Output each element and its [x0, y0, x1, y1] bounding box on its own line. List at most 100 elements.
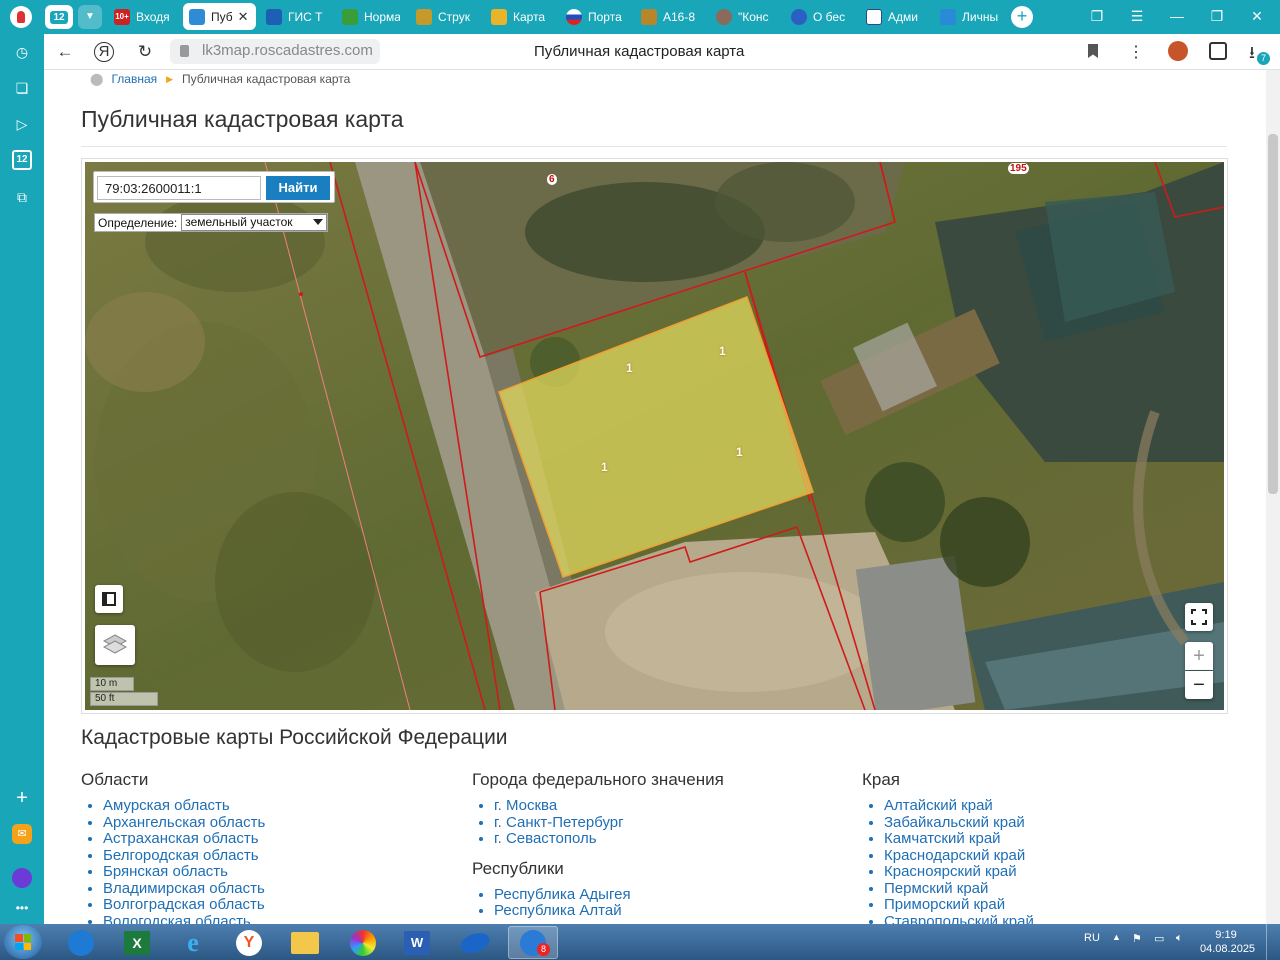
profile-badge[interactable]: 12: [45, 5, 73, 29]
tab-norma[interactable]: Норма: [342, 3, 400, 30]
fullscreen-button[interactable]: [1185, 603, 1213, 631]
close-tab-icon[interactable]: ✕: [238, 9, 249, 25]
region-link[interactable]: Камчатский край: [884, 830, 1034, 848]
bookmarks-panel-icon[interactable]: ❐: [1087, 8, 1107, 25]
collections-button-icon[interactable]: [1209, 42, 1227, 60]
bookmark-icon[interactable]: [1088, 44, 1098, 58]
tab-o-bes[interactable]: О бес: [791, 3, 849, 30]
cadastral-search-panel: Найти: [93, 171, 335, 203]
menu-icon[interactable]: ☰: [1127, 8, 1147, 25]
calendar-icon[interactable]: 12: [12, 150, 32, 170]
mail-badge-icon: 10+: [114, 8, 130, 25]
cadastral-number-input[interactable]: [97, 176, 261, 200]
collections-icon[interactable]: ❏: [12, 78, 32, 98]
region-link[interactable]: Пермский край: [884, 880, 1034, 898]
find-button[interactable]: Найти: [266, 176, 330, 200]
zoom-in-button[interactable]: +: [1185, 642, 1213, 670]
more-icon[interactable]: •••: [12, 898, 32, 918]
region-link[interactable]: Республика Алтай: [494, 902, 724, 920]
mail-app-icon[interactable]: ✉: [12, 824, 32, 844]
tab-label: "Конс: [738, 9, 769, 24]
history-icon[interactable]: ◷: [12, 42, 32, 62]
windows-taskbar: X e Y W 8 RU ▲ ⚑ ▭ 🔈︎ 9:19 04.08.2025: [0, 924, 1280, 960]
network-icon[interactable]: ▭: [1154, 932, 1164, 945]
taskbar-app-ie[interactable]: e: [168, 926, 218, 959]
region-link[interactable]: Волгоградская область: [103, 896, 265, 914]
taskbar-app-swift[interactable]: [450, 926, 500, 959]
tab-lichny[interactable]: Личны: [940, 3, 998, 30]
taskbar-app-explorer[interactable]: [280, 926, 330, 959]
downloads-icon[interactable]: ⭳: [1249, 40, 1255, 69]
tab-mail[interactable]: 10+ Входя: [114, 3, 176, 30]
region-link[interactable]: г. Санкт-Петербург: [494, 814, 724, 832]
tab-portal[interactable]: Порта: [566, 3, 624, 30]
scrollbar-thumb[interactable]: [1268, 134, 1278, 494]
page-content: ⬤ Главная ▶ Публичная кадастровая карта …: [44, 70, 1266, 924]
tab-list-dropdown[interactable]: ▼: [78, 5, 102, 29]
cadastral-map[interactable]: 1 1 1 1 6 195 Найти Определение: земельн…: [85, 162, 1224, 710]
browser-menu-icon[interactable]: [10, 6, 32, 28]
region-link[interactable]: Амурская область: [103, 797, 265, 815]
region-link[interactable]: Брянская область: [103, 863, 265, 881]
breadcrumb-home-link[interactable]: Главная: [111, 72, 157, 86]
video-icon[interactable]: ▷: [12, 114, 32, 134]
language-indicator[interactable]: RU: [1084, 932, 1100, 944]
tab-konsultant[interactable]: "Конс: [716, 3, 774, 30]
new-tab-button[interactable]: +: [1011, 6, 1033, 28]
region-link[interactable]: Белгородская область: [103, 847, 265, 865]
taskbar-app-word[interactable]: W: [392, 926, 442, 959]
region-link[interactable]: Астраханская область: [103, 830, 265, 848]
region-link[interactable]: Краснодарский край: [884, 847, 1034, 865]
back-icon[interactable]: ←: [54, 42, 76, 62]
add-panel-icon[interactable]: +: [12, 788, 32, 808]
region-link[interactable]: Забайкальский край: [884, 814, 1034, 832]
legend-button[interactable]: [95, 585, 123, 613]
taskbar-app-edge-legacy[interactable]: [56, 926, 106, 959]
start-button[interactable]: [4, 925, 42, 959]
clock-time: 9:19: [1215, 929, 1237, 941]
taskbar-app-excel[interactable]: X: [112, 926, 162, 959]
definition-selected-value: земельный участок: [185, 215, 293, 229]
region-link[interactable]: Республика Адыгея: [494, 886, 724, 904]
page-scrollbar[interactable]: [1266, 70, 1280, 924]
tab-gis[interactable]: ГИС Т: [266, 3, 324, 30]
region-link[interactable]: Приморский край: [884, 896, 1034, 914]
region-link[interactable]: Владимирская область: [103, 880, 265, 898]
screenshot-icon[interactable]: ⧉: [12, 187, 32, 207]
taskbar-app-picasa[interactable]: [338, 926, 388, 959]
region-link[interactable]: г. Москва: [494, 797, 724, 815]
clock[interactable]: 9:19 04.08.2025: [1200, 928, 1255, 956]
alice-assistant-icon[interactable]: [12, 868, 32, 888]
zoom-out-button[interactable]: −: [1185, 671, 1213, 699]
yandex-icon[interactable]: Я: [94, 42, 114, 62]
tab-a16[interactable]: А16-8: [641, 3, 699, 30]
region-link[interactable]: Ставропольский край: [884, 913, 1034, 924]
show-hidden-icons[interactable]: ▲: [1112, 932, 1121, 942]
show-desktop-button[interactable]: [1266, 924, 1280, 960]
extension-icon[interactable]: [1168, 41, 1188, 61]
yandex-browser-icon: Y: [236, 929, 262, 956]
volume-muted-icon[interactable]: 🔈︎: [1176, 932, 1183, 945]
taskbar-badge: 8: [537, 943, 550, 956]
definition-select[interactable]: земельный участок: [181, 214, 328, 231]
region-link[interactable]: г. Севастополь: [494, 830, 724, 848]
region-link[interactable]: Алтайский край: [884, 797, 1034, 815]
restore-icon[interactable]: ❐: [1207, 8, 1227, 25]
tab-struk[interactable]: Струк: [416, 3, 474, 30]
taskbar-app-yandex-active[interactable]: 8: [508, 926, 558, 959]
tab-karta[interactable]: Карта: [491, 3, 549, 30]
minimize-icon[interactable]: —: [1167, 8, 1187, 24]
tab-public-cadastral-map[interactable]: Пуб ✕: [183, 3, 256, 30]
region-link[interactable]: Красноярский край: [884, 863, 1034, 881]
flag-icon[interactable]: ⚑: [1132, 932, 1142, 945]
reload-icon[interactable]: ↻: [134, 42, 156, 62]
region-link[interactable]: Вологодская область: [103, 913, 265, 924]
tab-admin[interactable]: Адми: [866, 3, 924, 30]
layers-button[interactable]: [95, 625, 135, 665]
more-options-icon[interactable]: ⋮: [1128, 42, 1144, 62]
windows-logo-icon: [15, 934, 31, 950]
close-window-icon[interactable]: ✕: [1247, 8, 1267, 25]
taskbar-app-yandex[interactable]: Y: [224, 926, 274, 959]
url-field[interactable]: lk3map.roscadastres.com: [170, 39, 380, 64]
region-link[interactable]: Архангельская область: [103, 814, 265, 832]
